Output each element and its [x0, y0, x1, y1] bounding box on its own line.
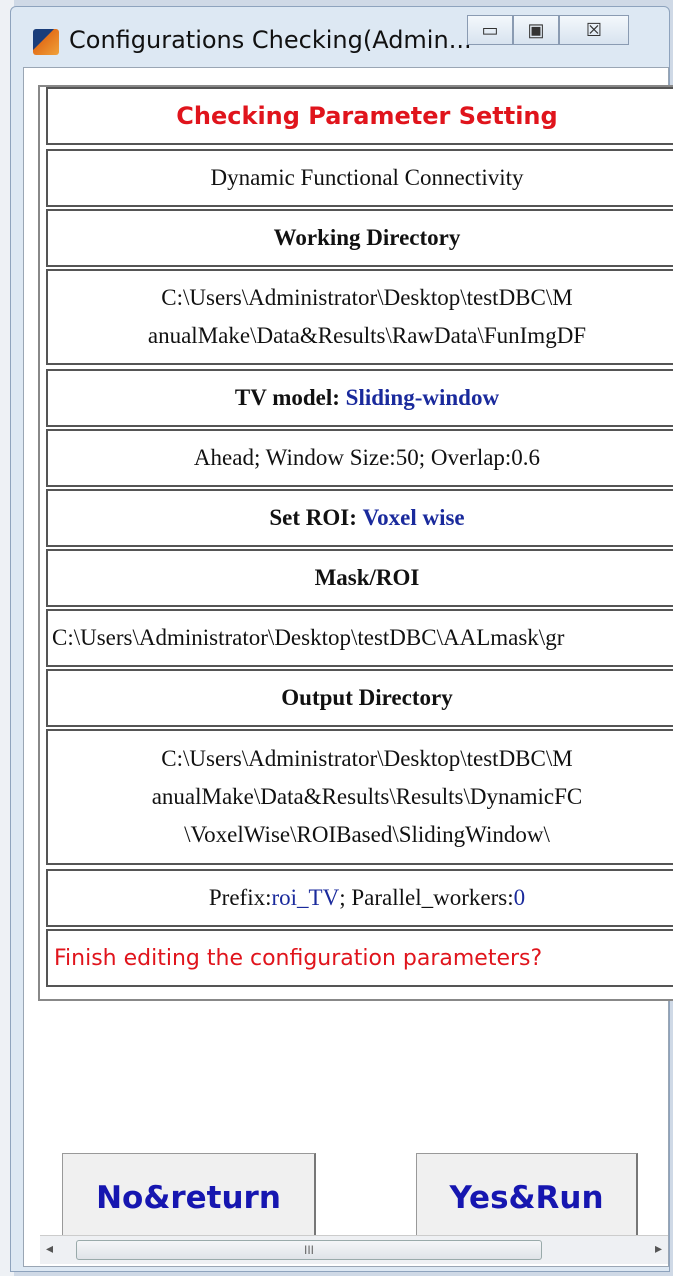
output-dir-value-row: C:\Users\Administrator\Desktop\testDBC\M… [46, 729, 673, 865]
close-icon: ☒ [585, 19, 603, 40]
maximize-icon: ▣ [527, 19, 545, 40]
output-dir-line-3: \VoxelWise\ROIBased\SlidingWindow\ [184, 822, 550, 847]
workers-value: 0 [513, 885, 526, 910]
parameter-table: Checking Parameter Setting Dynamic Funct… [38, 85, 673, 1001]
close-button[interactable]: ☒ [559, 15, 629, 45]
working-dir-label-row: Working Directory [46, 209, 673, 267]
confirm-message-row: Finish editing the configuration paramet… [46, 929, 673, 987]
output-dir-line-1: C:\Users\Administrator\Desktop\testDBC\M [161, 746, 573, 771]
mask-path-text: C:\Users\Administrator\Desktop\testDBC\A… [52, 625, 565, 650]
prefix-value: roi_TV [271, 885, 340, 910]
mask-label-row: Mask/ROI [46, 549, 673, 607]
scrollbar-thumb[interactable]: III [76, 1240, 542, 1260]
heading-text: Checking Parameter Setting [176, 102, 558, 130]
prefix-row: Prefix: roi_TV ; Parallel_workers: 0 [46, 869, 673, 927]
minimize-button[interactable]: ▭ [467, 15, 513, 45]
output-dir-label: Output Directory [281, 685, 453, 710]
tv-model-value: Sliding-window [345, 385, 500, 410]
workers-label: ; Parallel_workers: [339, 885, 514, 910]
window-controls: ▭ ▣ ☒ [467, 15, 629, 45]
horizontal-scrollbar[interactable]: ◂ III ▸ [40, 1235, 668, 1264]
prefix-label: Prefix: [208, 885, 272, 910]
heading-row: Checking Parameter Setting [46, 87, 673, 145]
tv-params-text: Ahead; Window Size:50; Overlap:0.6 [193, 445, 541, 470]
tv-params-row: Ahead; Window Size:50; Overlap:0.6 [46, 429, 673, 487]
output-dir-line-2: anualMake\Data&Results\Results\DynamicFC [151, 784, 583, 809]
window-title: Configurations Checking(Admin... [69, 26, 472, 54]
config-check-window: Configurations Checking(Admin... ▭ ▣ ☒ C… [10, 6, 673, 1272]
working-dir-label: Working Directory [273, 225, 461, 250]
roi-row: Set ROI: Voxel wise [46, 489, 673, 547]
analysis-type-text: Dynamic Functional Connectivity [210, 165, 524, 190]
working-dir-line-2: anualMake\Data&Results\RawData\FunImgDF [147, 323, 587, 348]
analysis-type-row: Dynamic Functional Connectivity [46, 149, 673, 207]
tv-model-row: TV model: Sliding-window [46, 369, 673, 427]
roi-value: Voxel wise [362, 505, 465, 530]
maximize-button[interactable]: ▣ [513, 15, 559, 45]
grip-icon: III [303, 1243, 314, 1257]
matlab-app-icon [33, 29, 59, 55]
mask-path-row: C:\Users\Administrator\Desktop\testDBC\A… [46, 609, 673, 667]
scroll-right-icon[interactable]: ▸ [655, 1240, 662, 1257]
no-return-button[interactable]: No&return [62, 1153, 316, 1243]
confirm-message: Finish editing the configuration paramet… [54, 945, 543, 971]
roi-label: Set ROI: [269, 505, 357, 530]
mask-label: Mask/ROI [314, 565, 420, 590]
dialog-client-area: Checking Parameter Setting Dynamic Funct… [23, 67, 673, 1267]
output-dir-label-row: Output Directory [46, 669, 673, 727]
title-bar[interactable]: Configurations Checking(Admin... ▭ ▣ ☒ [11, 7, 669, 67]
yes-run-button[interactable]: Yes&Run [416, 1153, 638, 1243]
tv-model-label: TV model: [234, 385, 340, 410]
working-dir-value-row: C:\Users\Administrator\Desktop\testDBC\M… [46, 269, 673, 365]
working-dir-line-1: C:\Users\Administrator\Desktop\testDBC\M [161, 285, 573, 310]
scroll-left-icon[interactable]: ◂ [46, 1240, 53, 1257]
minimize-icon: ▭ [481, 19, 499, 40]
